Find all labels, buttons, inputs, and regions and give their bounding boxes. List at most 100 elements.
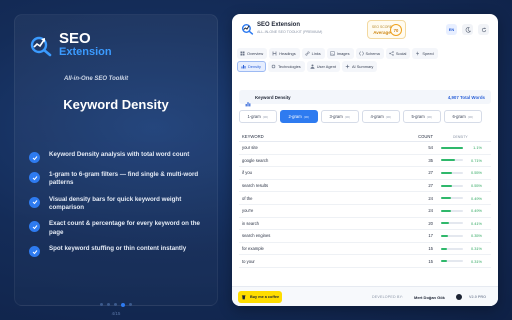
refresh-button[interactable] — [478, 24, 489, 35]
tab-label: Images — [336, 51, 350, 56]
column-density[interactable]: DENSITY — [433, 135, 491, 139]
table-row[interactable]: for example 15 0.31% — [239, 243, 491, 256]
density-cell: 0.35% — [433, 233, 491, 238]
check-icon — [29, 172, 40, 183]
table-row[interactable]: search results 27 0.55% — [239, 180, 491, 193]
github-icon[interactable] — [456, 294, 462, 300]
tab-images[interactable]: Images — [326, 48, 354, 59]
coffee-label: Buy me a coffee — [250, 295, 280, 299]
developed-by-label: DEVELOPED BY: — [372, 295, 404, 299]
language-button[interactable]: EN — [446, 24, 457, 35]
density-value: 0.49% — [470, 208, 482, 214]
tab-headings[interactable]: Headings — [269, 48, 300, 59]
gram-button-2[interactable]: 2-gram (30) — [280, 110, 318, 123]
brand-name: SEO — [59, 30, 91, 47]
density-icon — [241, 64, 246, 69]
feature-item: Exact count & percentage for every keywo… — [29, 220, 209, 237]
gram-count: (30) — [467, 114, 474, 119]
feature-text: 1-gram to 6-gram filters — find single &… — [49, 171, 199, 187]
section-title: Keyword Density — [255, 94, 291, 100]
density-bar-fill — [441, 159, 456, 162]
schema-icon — [358, 51, 364, 56]
density-value: 0.55% — [470, 183, 482, 189]
tab-label: Technologies — [277, 64, 301, 69]
tab-density[interactable]: Density — [237, 61, 266, 72]
gram-button-3[interactable]: 3-gram (30) — [321, 110, 359, 123]
keyword-cell: you're — [242, 208, 254, 214]
table-row[interactable]: your site 54 1.1% — [239, 142, 491, 155]
column-count[interactable]: COUNT — [409, 134, 433, 139]
theme-toggle-button[interactable] — [462, 24, 473, 35]
tab-social[interactable]: Social — [385, 48, 411, 59]
moon-icon — [465, 26, 471, 33]
tab-label: Headings — [279, 51, 296, 56]
density-bar — [441, 234, 463, 237]
column-keyword[interactable]: KEYWORD — [239, 134, 409, 139]
gram-count: (30) — [426, 114, 433, 119]
check-icon — [29, 152, 40, 163]
tab-label: Social — [395, 51, 407, 56]
tab-schema[interactable]: Schema — [355, 48, 384, 59]
density-bar — [441, 260, 463, 263]
tab-technologies[interactable]: Technologies — [267, 61, 305, 72]
count-cell: 24 — [428, 208, 433, 214]
slide-dots — [15, 302, 217, 307]
density-cell: 0.55% — [433, 183, 491, 188]
check-icon — [29, 196, 40, 208]
density-bar-fill — [441, 171, 452, 174]
density-cell: 0.31% — [433, 246, 491, 251]
gram-button-5[interactable]: 5-gram (30) — [403, 110, 441, 123]
density-bar-fill — [441, 222, 450, 225]
gram-button-6[interactable]: 6-gram (30) — [444, 110, 482, 123]
slide-dot[interactable] — [107, 303, 110, 306]
table-row[interactable]: google search 35 0.71% — [239, 155, 491, 168]
slide-dot[interactable] — [100, 303, 103, 306]
feature-text: Exact count & percentage for every keywo… — [49, 220, 200, 236]
tab-label: AI Summary — [351, 64, 374, 69]
tab-overview[interactable]: Overview — [237, 48, 268, 59]
table-row[interactable]: you're 24 0.49% — [239, 205, 491, 218]
buy-me-a-coffee-button[interactable]: Buy me a coffee — [238, 291, 282, 303]
gram-label: 2-gram — [288, 114, 302, 119]
slide-dot-active[interactable] — [121, 302, 125, 307]
table-row[interactable]: to your 15 0.31% — [239, 255, 491, 268]
count-cell: 15 — [428, 246, 433, 252]
density-bar-fill — [441, 209, 451, 212]
table-row[interactable]: search engines 17 0.35% — [239, 230, 491, 243]
seo-score-value: 70 — [390, 24, 402, 36]
table-row[interactable]: in search 20 0.41% — [239, 218, 491, 231]
table-row[interactable]: if you 27 0.55% — [239, 167, 491, 180]
density-bar-fill — [441, 184, 452, 187]
tab-user-agent[interactable]: User Agent — [306, 61, 340, 72]
table-row[interactable]: of the 24 0.49% — [239, 192, 491, 205]
grid-icon — [240, 51, 245, 56]
density-bar — [441, 222, 463, 225]
slide-dot[interactable] — [114, 303, 117, 306]
tab-ai-summary[interactable]: AI Summary — [341, 61, 378, 72]
seo-score-badge[interactable]: SEO SCORE Average 70 — [367, 20, 406, 39]
gram-button-4[interactable]: 4-gram (30) — [362, 110, 400, 123]
seo-logo-icon — [241, 22, 254, 35]
tab-links[interactable]: Links — [301, 48, 325, 59]
density-bar — [441, 159, 463, 162]
keyword-table: KEYWORD COUNT DENSITY your site 54 1.1% goo… — [239, 132, 491, 268]
tab-label: Overview — [247, 51, 264, 56]
count-cell: 27 — [428, 183, 433, 189]
panel-footer: Buy me a coffee DEVELOPED BY: Mert Doğan… — [232, 286, 498, 306]
tab-label: Speed — [422, 51, 434, 56]
slide-dot[interactable] — [129, 303, 132, 306]
image-icon — [330, 51, 335, 56]
keyword-cell: of the — [242, 195, 253, 201]
tab-label: Links — [311, 51, 321, 56]
density-cell: 0.55% — [433, 170, 491, 175]
count-cell: 24 — [428, 195, 433, 201]
tab-speed[interactable]: Speed — [412, 48, 438, 59]
developer-name[interactable]: Mert Doğan Gök — [414, 295, 445, 300]
gram-button-1[interactable]: 1-gram (30) — [239, 110, 277, 123]
density-bar-fill — [441, 260, 448, 263]
density-bar-fill — [441, 197, 451, 200]
density-bar-fill — [441, 234, 449, 237]
slide-counter: 4/15 — [111, 311, 121, 316]
gram-label: 4-gram — [370, 114, 384, 119]
heading-icon — [272, 51, 277, 56]
